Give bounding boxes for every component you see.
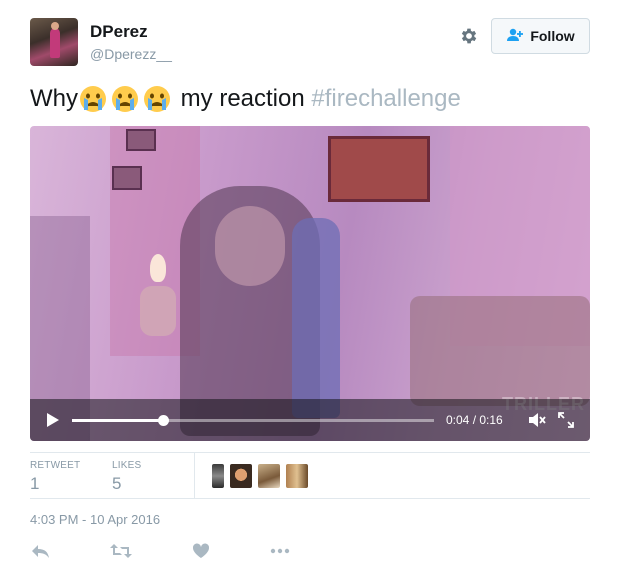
fullscreen-icon[interactable] — [558, 412, 574, 433]
stats-divider — [194, 453, 195, 499]
mute-icon[interactable] — [528, 412, 546, 433]
liker-avatar[interactable] — [212, 464, 224, 488]
video-timecode: 0:04 / 0:16 — [446, 413, 503, 427]
retweet-count: 1 — [30, 474, 40, 493]
tweet-text: Why my reaction #firechallenge — [30, 84, 461, 114]
video-progress-track[interactable] — [72, 415, 434, 426]
tweet-text-middle: my reaction — [174, 85, 312, 112]
tweet-stats: RETWEET 1 LIKES 5 — [30, 452, 590, 499]
add-user-icon — [506, 28, 524, 45]
more-icon[interactable] — [270, 543, 290, 564]
crying-face-icon — [78, 84, 108, 114]
heart-icon[interactable] — [192, 543, 210, 564]
follow-button[interactable]: Follow — [491, 18, 590, 54]
play-icon[interactable] — [46, 412, 60, 433]
liker-avatars — [212, 464, 308, 488]
likes-stat[interactable]: LIKES 5 — [112, 460, 141, 494]
tweet-text-prefix: Why — [30, 85, 78, 112]
avatar[interactable] — [30, 18, 78, 66]
liker-avatar[interactable] — [286, 464, 308, 488]
user-fullname[interactable]: DPerez — [90, 22, 148, 42]
video-progress-fill — [72, 419, 163, 422]
video-player[interactable]: TRILLER 0:04 / 0:16 — [30, 126, 590, 441]
video-controls: 0:04 / 0:16 — [30, 399, 590, 441]
gear-icon[interactable] — [458, 25, 480, 47]
retweet-stat-label: RETWEET — [30, 460, 81, 471]
video-scrubber-handle[interactable] — [157, 415, 169, 426]
hashtag-link[interactable]: #firechallenge — [311, 85, 460, 113]
crying-face-icon — [142, 84, 172, 114]
user-handle[interactable]: @Dperezz__ — [90, 46, 172, 62]
retweet-icon[interactable] — [110, 543, 132, 564]
liker-avatar[interactable] — [258, 464, 280, 488]
liker-avatar[interactable] — [230, 464, 252, 488]
follow-label: Follow — [530, 28, 575, 44]
crying-face-icon — [110, 84, 140, 114]
retweet-stat[interactable]: RETWEET 1 — [30, 460, 80, 494]
likes-count: 5 — [112, 474, 122, 493]
reply-icon[interactable] — [30, 543, 50, 564]
tweet-timestamp[interactable]: 4:03 PM - 10 Apr 2016 — [30, 512, 160, 527]
likes-stat-label: LIKES — [112, 460, 142, 471]
